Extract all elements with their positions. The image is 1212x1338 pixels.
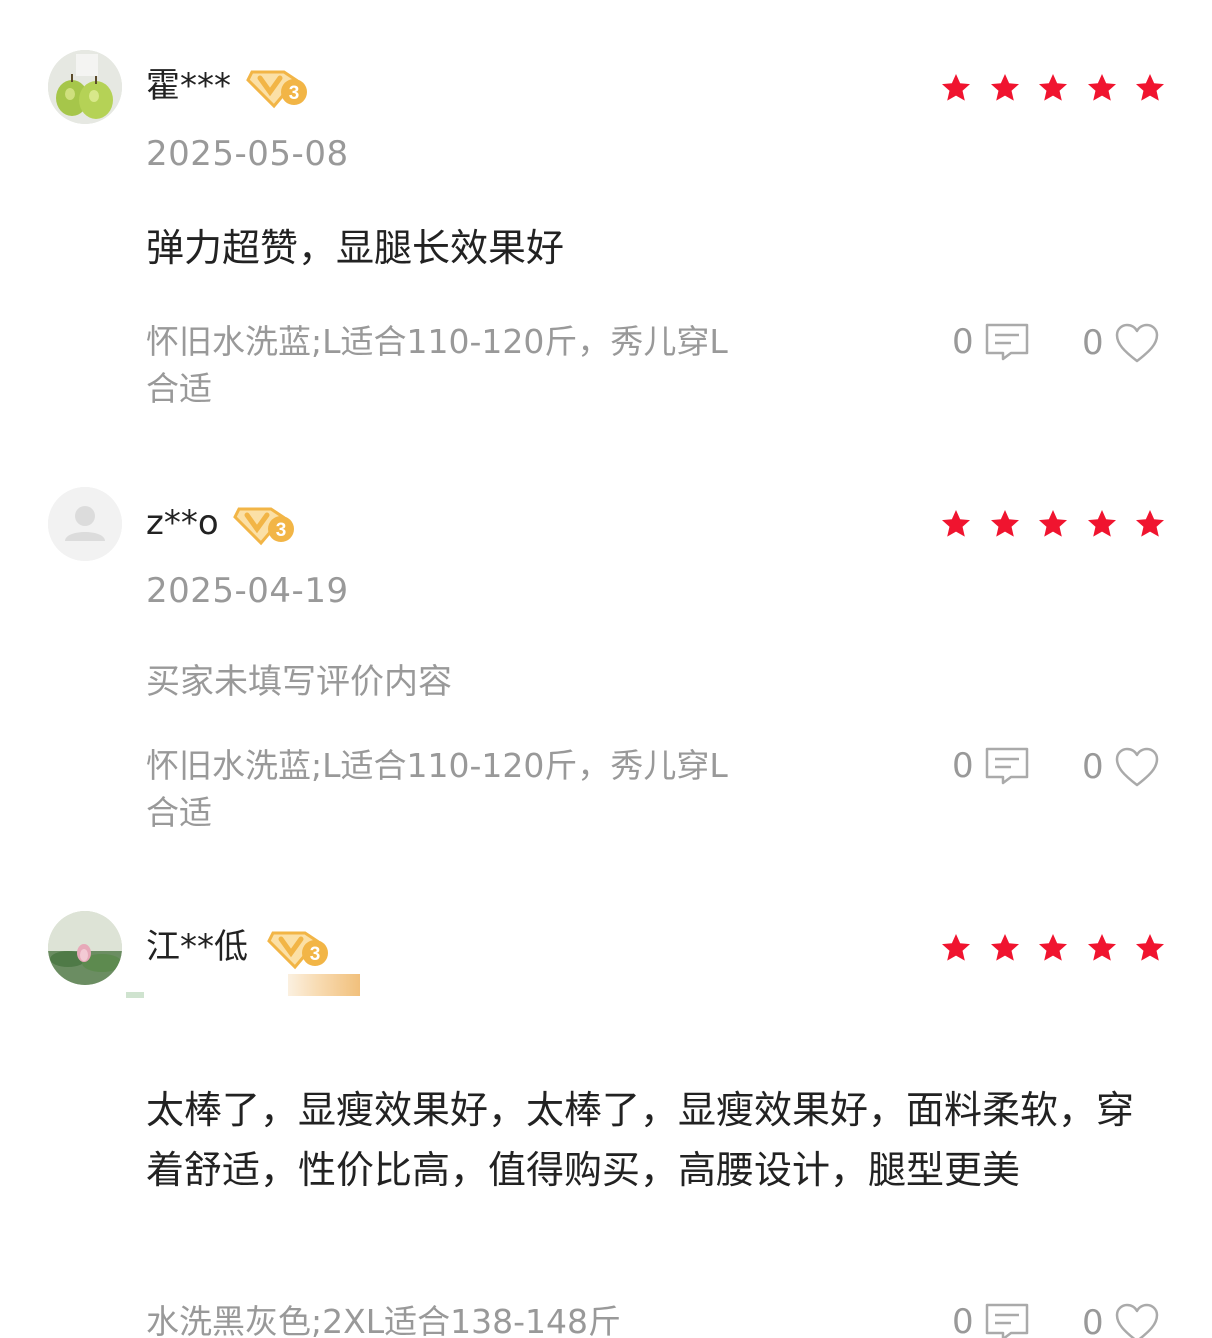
star-icon — [1126, 70, 1175, 106]
star-icon — [932, 930, 981, 966]
star-icon — [932, 506, 981, 542]
heart-icon — [1114, 1302, 1160, 1338]
svg-text:3: 3 — [289, 83, 300, 104]
vip-badge-icon: 3 — [233, 499, 297, 547]
star-icon — [1078, 506, 1127, 542]
star-icon — [1029, 70, 1078, 106]
username: 江**低 — [146, 927, 248, 967]
sku-info: 怀旧水洗蓝;L适合110-120斤，秀儿穿L 合适 — [146, 742, 786, 836]
star-icon — [981, 506, 1030, 542]
like-button[interactable]: 0 — [1082, 746, 1160, 788]
user-avatar[interactable] — [48, 50, 122, 124]
review-list: 霍*** 3 2025-05-08 弹力超赞，显腿长效果好 怀旧水洗蓝;L适合1… — [0, 0, 1212, 1338]
avatar-lotus-image — [48, 911, 122, 985]
review-date: 2025-04-19 — [146, 571, 349, 611]
like-button[interactable]: 0 — [1082, 322, 1160, 364]
heart-icon — [1114, 746, 1160, 788]
sku-line: 合适 — [146, 793, 212, 832]
svg-text:3: 3 — [276, 520, 287, 541]
review-text: 买家未填写评价内容 — [146, 662, 452, 702]
star-icon — [981, 930, 1030, 966]
sku-info: 水洗黑灰色;2XL适合138-148斤 — [146, 1298, 846, 1338]
reply-count: 0 — [952, 1302, 974, 1338]
vip-badge-icon: 3 — [267, 923, 331, 971]
user-avatar[interactable] — [48, 487, 122, 561]
star-icon — [1029, 930, 1078, 966]
star-icon — [1078, 930, 1127, 966]
like-count: 0 — [1082, 747, 1104, 787]
comment-icon — [984, 746, 1030, 786]
reply-button[interactable]: 0 — [952, 322, 1030, 362]
sku-line: 怀旧水洗蓝;L适合110-120斤，秀儿穿L — [146, 746, 728, 785]
star-icon — [1029, 506, 1078, 542]
reply-button[interactable]: 0 — [952, 1302, 1030, 1338]
username: z**o — [146, 503, 219, 543]
like-count: 0 — [1082, 1303, 1104, 1338]
avatar-pear-image — [48, 50, 122, 124]
review-text: 弹力超赞，显腿长效果好 — [146, 226, 565, 270]
comment-icon — [984, 322, 1030, 362]
rating-stars — [932, 506, 1175, 542]
like-count: 0 — [1082, 323, 1104, 363]
loading-image-fragment — [126, 992, 144, 998]
rating-stars — [932, 930, 1175, 966]
sku-info: 怀旧水洗蓝;L适合110-120斤，秀儿穿L 合适 — [146, 318, 786, 412]
rating-stars — [932, 70, 1175, 106]
reply-button[interactable]: 0 — [952, 746, 1030, 786]
loading-image-fragment — [288, 974, 360, 996]
vip-badge-icon: 3 — [246, 62, 310, 110]
heart-icon — [1114, 322, 1160, 364]
reply-count: 0 — [952, 746, 974, 786]
sku-line: 合适 — [146, 369, 212, 408]
reply-count: 0 — [952, 322, 974, 362]
svg-text:3: 3 — [310, 944, 321, 965]
review-text: 太棒了，显瘦效果好，太棒了，显瘦效果好，面料柔软，穿着舒适，性价比高，值得购买，… — [146, 1088, 1135, 1192]
star-icon — [1126, 930, 1175, 966]
star-icon — [932, 70, 981, 106]
sku-line: 水洗黑灰色;2XL适合138-148斤 — [146, 1302, 621, 1338]
review-date: 2025-05-08 — [146, 134, 349, 174]
comment-icon — [984, 1302, 1030, 1338]
star-icon — [981, 70, 1030, 106]
user-avatar[interactable] — [48, 911, 122, 985]
default-avatar-icon — [48, 487, 122, 561]
star-icon — [1126, 506, 1175, 542]
username: 霍*** — [146, 66, 231, 106]
star-icon — [1078, 70, 1127, 106]
like-button[interactable]: 0 — [1082, 1302, 1160, 1338]
sku-line: 怀旧水洗蓝;L适合110-120斤，秀儿穿L — [146, 322, 728, 361]
